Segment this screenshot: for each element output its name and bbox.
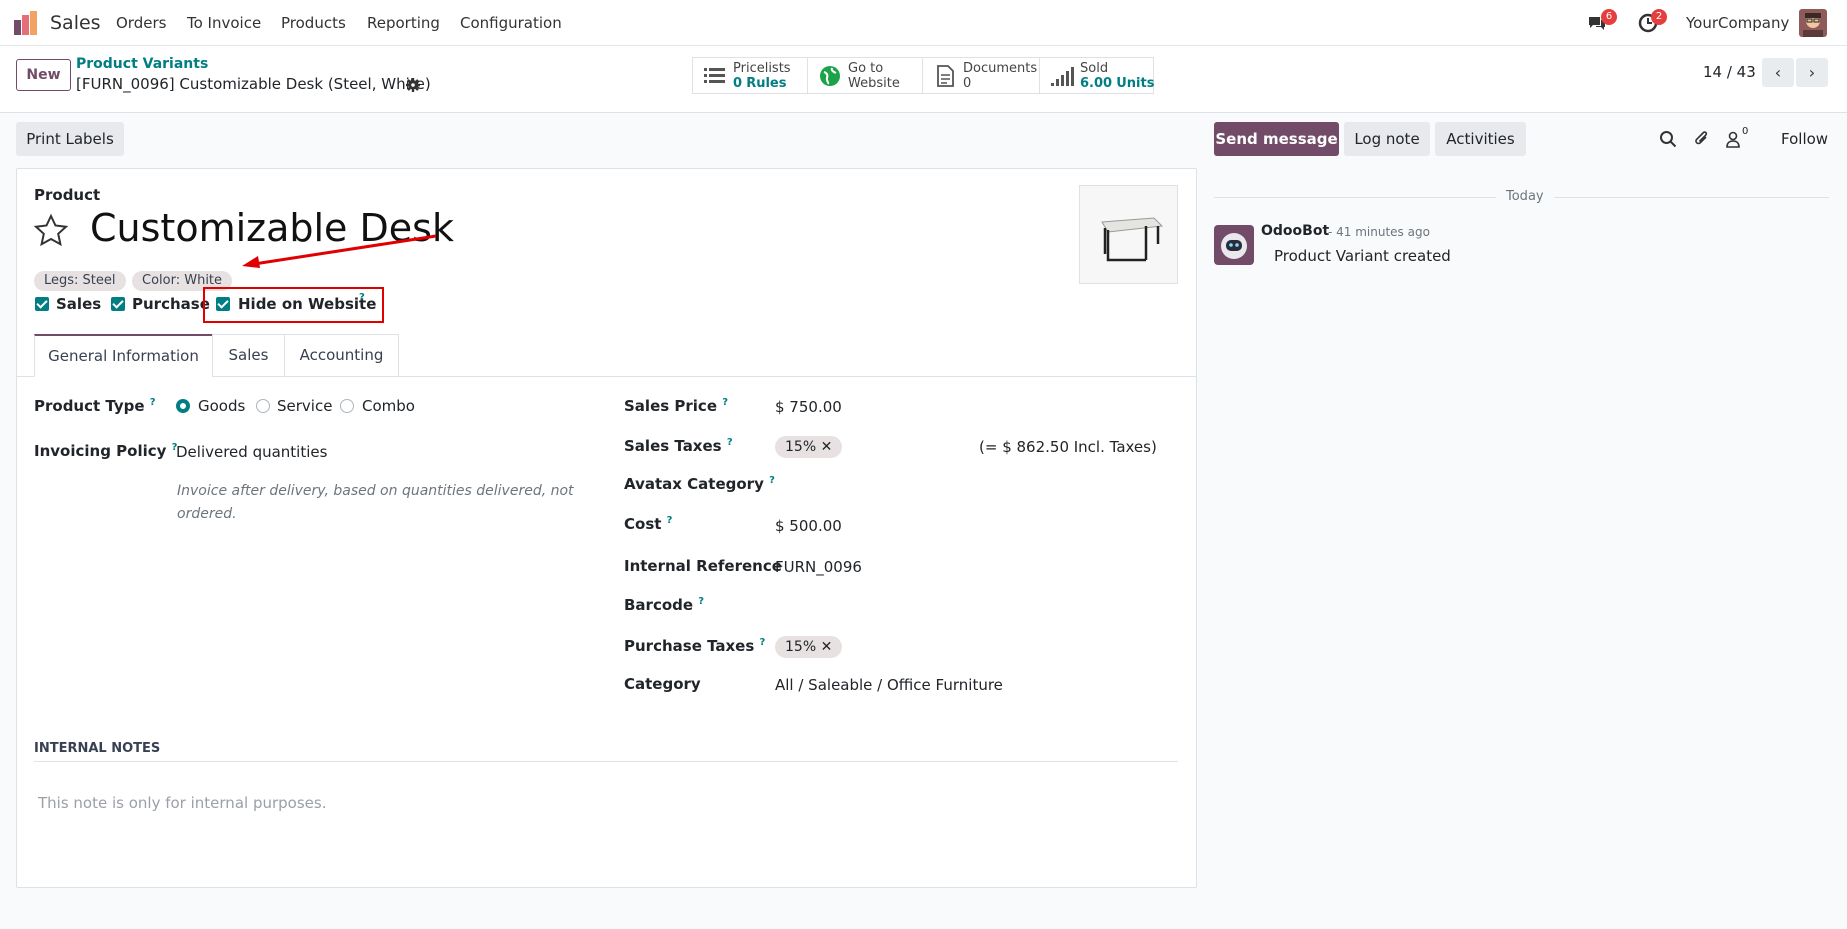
internal-notes-header: INTERNAL NOTES (34, 741, 161, 756)
tab-accounting[interactable]: Accounting (284, 334, 399, 376)
message-body: Product Variant created (1274, 247, 1451, 265)
menu-products[interactable]: Products (281, 14, 346, 32)
favorite-star-icon[interactable] (33, 213, 69, 249)
radio-service-label[interactable]: Service (277, 397, 332, 415)
sold-value: 6.00 (1080, 76, 1113, 91)
internal-reference-label: Internal Reference (624, 557, 782, 575)
category-value[interactable]: All / Saleable / Office Furniture (775, 676, 1003, 694)
pager-next-button[interactable]: › (1796, 58, 1828, 87)
followers-icon[interactable] (1724, 130, 1742, 148)
sales-checkbox-label[interactable]: Sales (56, 295, 101, 313)
chevron-left-icon: ‹ (1774, 63, 1782, 82)
pager-value[interactable]: 14 / 43 (1703, 63, 1756, 81)
menu-to-invoice[interactable]: To Invoice (187, 14, 261, 32)
record-title: [FURN_0096] Customizable Desk (Steel, Wh… (76, 75, 431, 93)
sales-taxes-label: Sales Taxes ? (624, 437, 733, 455)
purchase-taxes-label: Purchase Taxes ? (624, 637, 766, 655)
radio-combo[interactable] (340, 399, 354, 413)
cost-value[interactable]: $ 500.00 (775, 517, 842, 535)
today-label: Today (1496, 189, 1554, 204)
log-note-button[interactable]: Log note (1344, 122, 1430, 156)
product-type-label: Product Type ? (34, 397, 156, 415)
documents-smart-button[interactable]: Documents 0 (923, 58, 1040, 93)
sold-unit: Units (1116, 76, 1155, 91)
user-avatar[interactable] (1799, 9, 1827, 37)
signal-bars-icon (1050, 64, 1074, 88)
send-message-button[interactable]: Send message (1214, 122, 1339, 156)
website-line1: Go to (848, 61, 884, 76)
highlight-box (203, 287, 384, 323)
control-panel: New Product Variants [FURN_0096] Customi… (0, 46, 1847, 113)
category-label: Category (624, 675, 701, 693)
search-icon[interactable] (1659, 130, 1677, 148)
document-icon (933, 64, 957, 88)
radio-goods[interactable] (176, 399, 190, 413)
tab-sales[interactable]: Sales (212, 334, 285, 376)
odoobot-avatar (1214, 225, 1254, 265)
sales-price-value[interactable]: $ 750.00 (775, 398, 842, 416)
followers-count: 0 (1742, 126, 1749, 137)
documents-count: 0 (963, 76, 972, 91)
notes-divider (34, 761, 1178, 762)
cost-label: Cost ? (624, 515, 673, 533)
avatax-category-label: Avatax Category ? (624, 475, 775, 493)
remove-tag-icon[interactable]: ✕ (821, 439, 833, 455)
activities-button[interactable]: Activities (1435, 122, 1526, 156)
new-button[interactable]: New (16, 59, 71, 91)
website-smart-button[interactable]: Go to Website (808, 58, 923, 93)
documents-label: Documents (963, 61, 1038, 76)
invoicing-policy-help: Invoice after delivery, based on quantit… (177, 483, 574, 522)
gear-icon[interactable] (406, 78, 420, 92)
list-icon (703, 64, 727, 88)
incl-taxes-value: (= $ 862.50 Incl. Taxes) (979, 438, 1157, 456)
menu-configuration[interactable]: Configuration (460, 14, 562, 32)
pricelists-unit: Rules (746, 76, 787, 91)
print-labels-button[interactable]: Print Labels (16, 122, 124, 156)
message-time: - 41 minutes ago (1328, 225, 1430, 239)
website-line2: Website (848, 76, 900, 91)
invoicing-policy-value[interactable]: Delivered quantities (176, 443, 327, 461)
menu-reporting[interactable]: Reporting (367, 14, 440, 32)
company-switcher[interactable]: YourCompany (1686, 14, 1789, 32)
sales-price-label: Sales Price ? (624, 397, 729, 415)
breadcrumb-parent[interactable]: Product Variants (76, 56, 208, 72)
internal-notes-field[interactable]: This note is only for internal purposes. (38, 794, 326, 812)
follow-button[interactable]: Follow (1781, 130, 1828, 148)
tab-general-information[interactable]: General Information (34, 334, 213, 377)
radio-goods-label[interactable]: Goods (198, 397, 245, 415)
radio-combo-label[interactable]: Combo (362, 397, 415, 415)
sales-checkbox[interactable] (35, 297, 49, 311)
product-caption: Product (34, 186, 101, 204)
pricelists-label: Pricelists (733, 61, 791, 76)
smart-buttons: Pricelists 0 Rules Go to Website Documen… (692, 57, 1154, 94)
product-image[interactable] (1079, 185, 1178, 284)
barcode-label: Barcode ? (624, 596, 705, 614)
menu-orders[interactable]: Orders (116, 14, 166, 32)
pricelists-smart-button[interactable]: Pricelists 0 Rules (693, 58, 808, 93)
paperclip-icon[interactable] (1693, 130, 1711, 148)
chevron-right-icon: › (1808, 63, 1816, 82)
sales-tax-tag[interactable]: 15% ✕ (775, 436, 843, 458)
app-logo-icon[interactable] (13, 10, 39, 36)
attribute-tag-legs: Legs: Steel (34, 271, 126, 291)
purchase-tax-tag[interactable]: 15% ✕ (775, 636, 843, 658)
purchase-checkbox-label[interactable]: Purchase (132, 295, 210, 313)
invoicing-policy-label: Invoicing Policy ? (34, 442, 178, 460)
purchase-checkbox[interactable] (111, 297, 125, 311)
app-name[interactable]: Sales (50, 12, 101, 34)
pricelists-count: 0 (733, 76, 743, 91)
sold-label: Sold (1080, 61, 1109, 76)
sold-smart-button[interactable]: Sold 6.00 Units (1040, 58, 1154, 93)
annotation-arrow-icon (240, 228, 440, 272)
top-navbar: Sales Orders To Invoice Products Reporti… (0, 0, 1847, 46)
pager-previous-button[interactable]: ‹ (1762, 58, 1794, 87)
globe-icon (818, 64, 842, 88)
radio-service[interactable] (256, 399, 270, 413)
activities-badge: 2 (1651, 9, 1667, 25)
messages-badge: 6 (1601, 9, 1617, 25)
internal-reference-value[interactable]: FURN_0096 (775, 558, 862, 576)
remove-tag-icon[interactable]: ✕ (821, 639, 833, 655)
message-author[interactable]: OdooBot (1261, 223, 1329, 239)
